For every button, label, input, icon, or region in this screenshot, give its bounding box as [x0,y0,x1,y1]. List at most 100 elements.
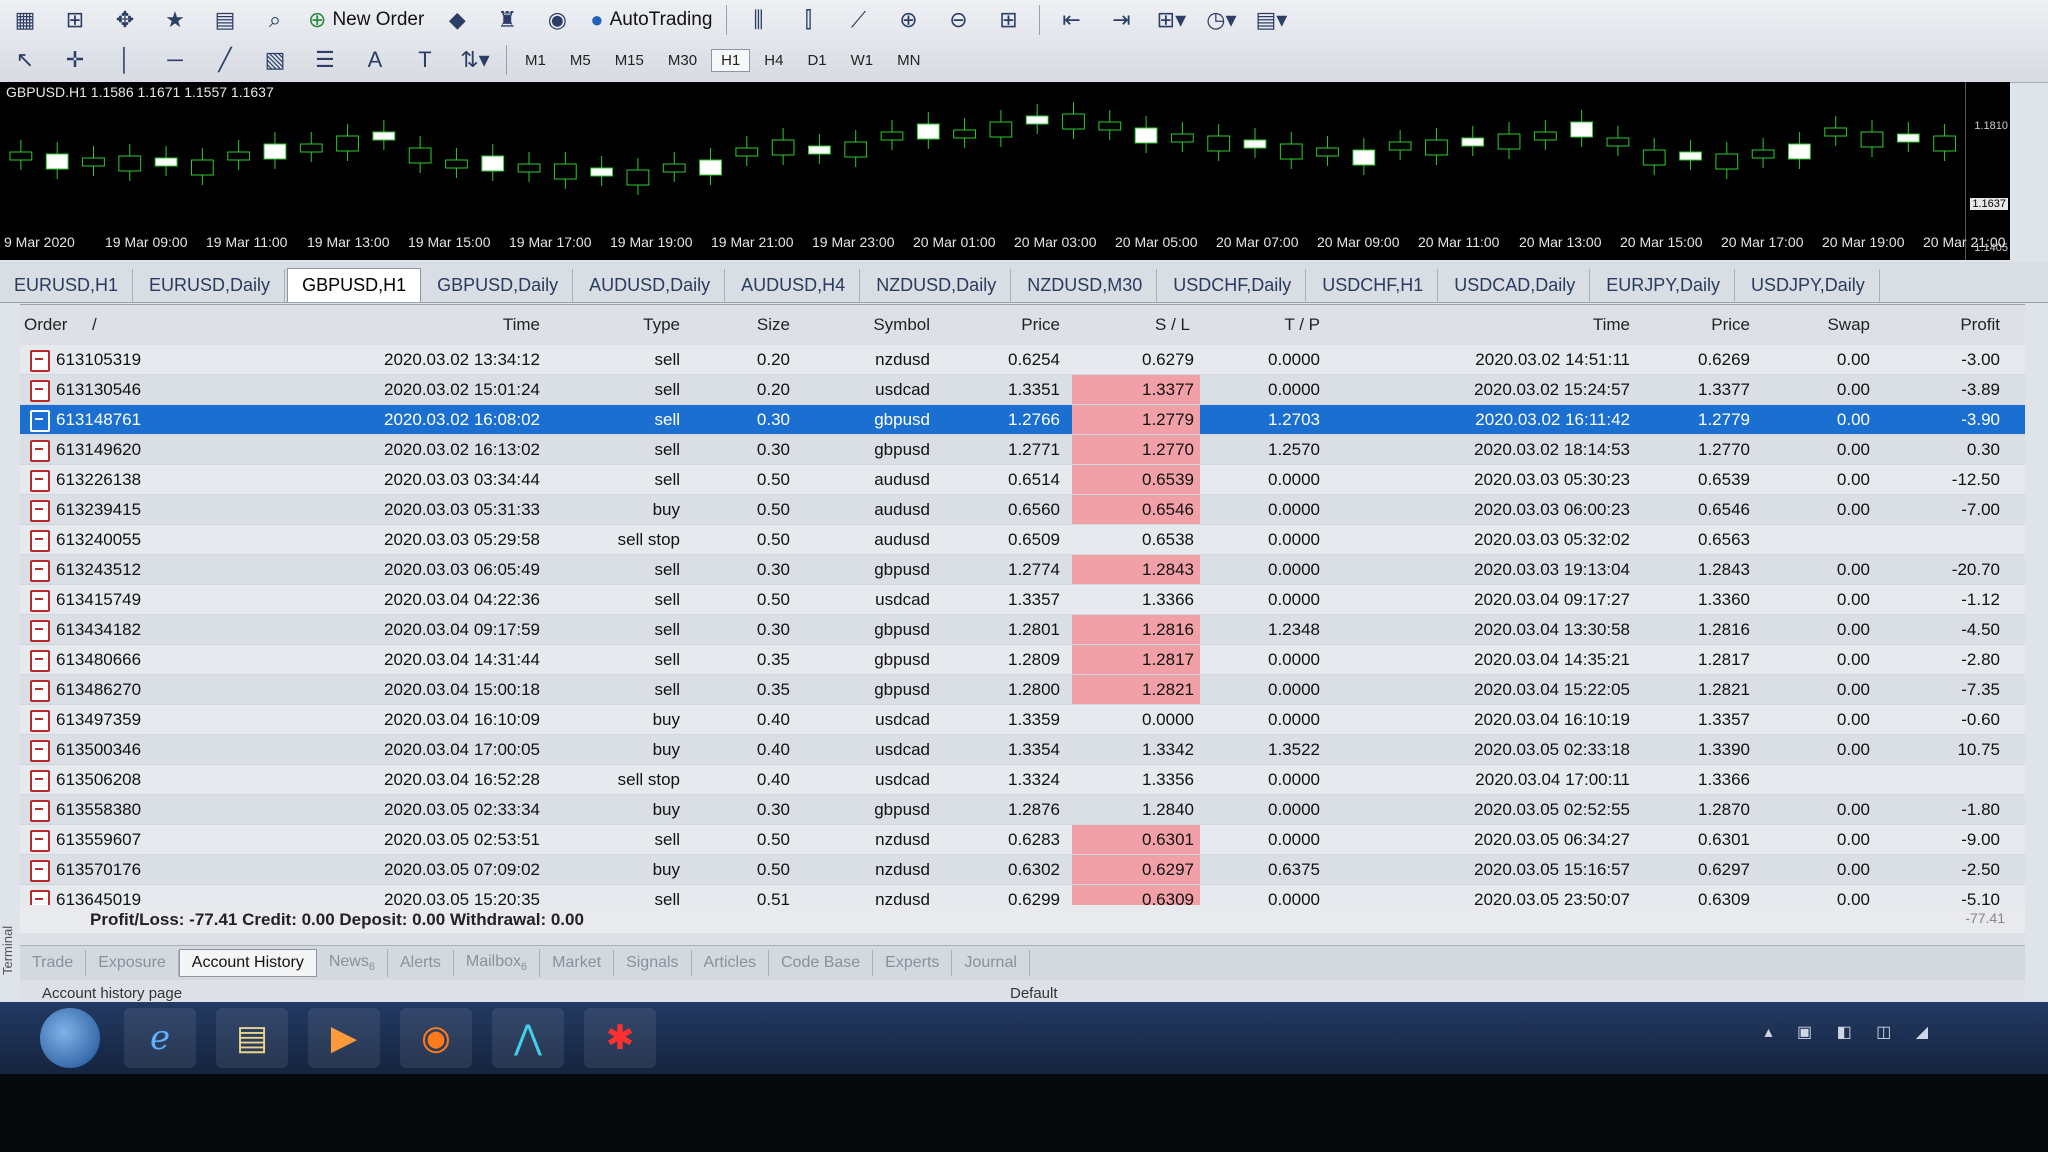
table-row[interactable]: 613415749 2020.03.04 04:22:36 sell 0.50 usdc… [20,585,2025,615]
terminal-tab[interactable]: Alerts [388,950,454,976]
file-explorer-icon[interactable]: ▤ [216,1008,288,1068]
timeframe-d1[interactable]: D1 [797,49,836,72]
terminal-tab[interactable]: Signals [614,950,692,976]
chart-tab[interactable]: NZDUSD,M30 [1013,269,1158,302]
timeframe-m1[interactable]: M1 [515,49,556,72]
terminal-tab[interactable]: News6 [317,948,388,978]
table-row[interactable]: 613559607 2020.03.05 02:53:51 sell 0.50 nzdu… [20,825,2025,855]
terminal-tab[interactable]: Code Base [769,950,874,976]
cursor-icon[interactable]: ↖ [4,43,46,77]
horizontal-line-icon[interactable]: ─ [154,43,196,77]
chart-tab[interactable]: EURJPY,Daily [1592,269,1735,302]
table-row[interactable]: 613240055 2020.03.03 05:29:58 sell stop 0.5… [20,525,2025,555]
terminal-tab[interactable]: Market [540,950,615,976]
table-row[interactable]: 613239415 2020.03.03 05:31:33 buy 0.50 audus… [20,495,2025,525]
table-row[interactable]: 613148761 2020.03.02 16:08:02 sell 0.30 gbpu… [20,405,2025,435]
column-header-type[interactable]: Type [580,315,680,335]
zoom-out-icon[interactable]: ⊖ [937,3,979,37]
periods-icon[interactable]: ◷▾ [1200,3,1242,37]
table-row[interactable]: 613480666 2020.03.04 14:31:44 sell 0.35 gbpu… [20,645,2025,675]
line-chart-icon[interactable]: ⟋ [837,3,879,37]
chart-shift-icon[interactable]: ⇥ [1100,3,1142,37]
metatrader-taskbar-icon[interactable]: ⋀ [492,1008,564,1068]
chart-tab[interactable]: USDCHF,Daily [1159,269,1307,302]
table-row[interactable]: 613500346 2020.03.04 17:00:05 buy 0.40 usdca… [20,735,2025,765]
table-row[interactable]: 613486270 2020.03.04 15:00:18 sell 0.35 gbpu… [20,675,2025,705]
column-header-swap[interactable]: Swap [1780,315,1870,335]
indicators-icon[interactable]: ⊞▾ [1150,3,1192,37]
new-order-button[interactable]: ⊕ New Order [304,3,428,37]
timeframe-m5[interactable]: M5 [560,49,601,72]
zoom-in-icon[interactable]: ⊕ [887,3,929,37]
column-header-sl[interactable]: S / L [1080,315,1190,335]
text-icon[interactable]: A [354,43,396,77]
chart-tab[interactable]: AUDUSD,Daily [575,269,726,302]
chart-tab[interactable]: EURUSD,H1 [0,269,134,302]
column-header-order[interactable]: Order [24,315,67,335]
terminal-tab[interactable]: Account History [178,949,317,977]
column-header-symbol[interactable]: Symbol [820,315,930,335]
chart-tab[interactable]: GBPUSD,Daily [423,269,574,302]
vertical-line-icon[interactable]: │ [104,43,146,77]
table-row[interactable]: 613243512 2020.03.03 06:05:49 sell 0.30 gbpu… [20,555,2025,585]
text-label-icon[interactable]: T [404,43,446,77]
terminal-tab[interactable]: Articles [692,950,769,976]
auto-scroll-icon[interactable]: ⇤ [1050,3,1092,37]
column-header-time[interactable]: Time [450,315,540,335]
candlestick-icon[interactable]: ⫿ [787,3,829,37]
media-player-icon[interactable]: ▶ [308,1008,380,1068]
crosshair-icon[interactable]: ✛ [54,43,96,77]
table-row[interactable]: 613558380 2020.03.05 02:33:34 buy 0.30 gbpus… [20,795,2025,825]
firefox-icon[interactable]: ◉ [400,1008,472,1068]
new-chart-icon[interactable]: ▦ [4,3,46,37]
chart-tab[interactable]: NZDUSD,Daily [862,269,1012,302]
tester-icon[interactable]: ⌕ [254,3,296,37]
market-watch-icon[interactable]: ✥ [104,3,146,37]
column-header-price[interactable]: Price [940,315,1060,335]
signals-icon[interactable]: ◉ [536,3,578,37]
timeframe-m15[interactable]: M15 [605,49,654,72]
table-row[interactable]: 613149620 2020.03.02 16:13:02 sell 0.30 gbpu… [20,435,2025,465]
timeframe-h4[interactable]: H4 [754,49,793,72]
fibonacci-icon[interactable]: ☰ [304,43,346,77]
timeframe-h1[interactable]: H1 [711,48,751,72]
settings-app-icon[interactable]: ✱ [584,1008,656,1068]
column-header-close-time[interactable]: Time [1520,315,1630,335]
timeframe-w1[interactable]: W1 [841,49,884,72]
start-button[interactable] [40,1008,100,1068]
terminal-tab[interactable]: Experts [873,950,953,976]
favorites-icon[interactable]: ★ [154,3,196,37]
metaeditor-icon[interactable]: ◆ [436,3,478,37]
trendline-icon[interactable]: ╱ [204,43,246,77]
chart-tab[interactable]: USDCAD,Daily [1440,269,1591,302]
profiles-icon[interactable]: ⊞ [54,3,96,37]
chart-tab[interactable]: USDJPY,Daily [1737,269,1880,302]
terminal-tab[interactable]: Exposure [86,950,179,976]
table-row[interactable]: 613434182 2020.03.04 09:17:59 sell 0.30 gbpu… [20,615,2025,645]
timeframe-m30[interactable]: M30 [658,49,707,72]
column-header-close-price[interactable]: Price [1640,315,1750,335]
chart-tab[interactable]: EURUSD,Daily [135,269,286,302]
expert-icon[interactable]: ♜ [486,3,528,37]
terminal-icon[interactable]: ▤ [204,3,246,37]
channel-icon[interactable]: ▧ [254,43,296,77]
chart-tab[interactable]: GBPUSD,H1 [287,268,422,302]
column-header-size[interactable]: Size [700,315,790,335]
table-row[interactable]: 613506208 2020.03.04 16:52:28 sell stop 0.4… [20,765,2025,795]
table-row[interactable]: 613130546 2020.03.02 15:01:24 sell 0.20 usdc… [20,375,2025,405]
internet-explorer-icon[interactable]: ℯ [124,1008,196,1068]
terminal-tab[interactable]: Mailbox6 [454,948,541,978]
templates-icon[interactable]: ▤▾ [1250,3,1292,37]
column-header-tp[interactable]: T / P [1210,315,1320,335]
arrows-icon[interactable]: ⇅▾ [454,43,496,77]
timeframe-mn[interactable]: MN [887,49,930,72]
terminal-tab[interactable]: Journal [952,950,1030,976]
terminal-tab[interactable]: Trade [20,950,87,976]
table-row[interactable]: 613497359 2020.03.04 16:10:09 buy 0.40 usdca… [20,705,2025,735]
chart-tab[interactable]: USDCHF,H1 [1308,269,1439,302]
autotrading-button[interactable]: ● AutoTrading [586,3,716,37]
table-row[interactable]: 613105319 2020.03.02 13:34:12 sell 0.20 nzdu… [20,345,2025,375]
chart-tab[interactable]: AUDUSD,H4 [727,269,861,302]
table-row[interactable]: 613226138 2020.03.03 03:34:44 sell 0.50 audu… [20,465,2025,495]
table-row[interactable]: 613570176 2020.03.05 07:09:02 buy 0.50 nzdus… [20,855,2025,885]
